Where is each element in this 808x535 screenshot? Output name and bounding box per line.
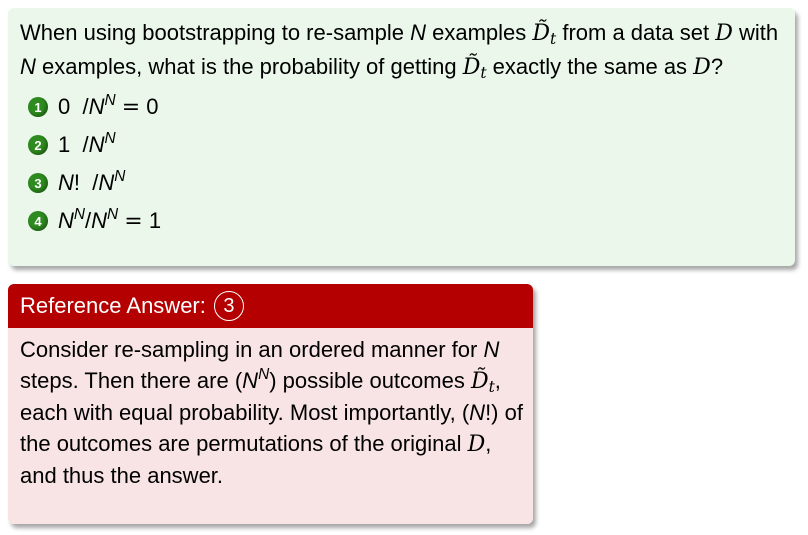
answer-number-circle: 3 bbox=[213, 291, 244, 321]
answer-header: Reference Answer: 3 bbox=[8, 284, 533, 328]
answer-text: Consider re-sampling in an ordered manne… bbox=[20, 337, 523, 488]
question-box: When using bootstrapping to re-sample N … bbox=[8, 8, 795, 266]
answer-header-label: Reference Answer: bbox=[20, 293, 206, 318]
choice-3: 3 N! /NN bbox=[28, 164, 785, 202]
choice-text: 1 /NN bbox=[58, 129, 116, 157]
reference-answer-box: Reference Answer: 3 Consider re-sampling… bbox=[8, 284, 533, 524]
answer-body: Consider re-sampling in an ordered manne… bbox=[8, 328, 533, 524]
choice-list: 1 0 /NN = 0 2 1 /NN 3 N! /NN 4 NN/NN = 1 bbox=[20, 88, 785, 240]
choice-number-badge: 3 bbox=[28, 173, 48, 193]
choice-number-badge: 2 bbox=[28, 135, 48, 155]
choice-4: 4 NN/NN = 1 bbox=[28, 202, 785, 240]
choice-text: NN/NN = 1 bbox=[58, 205, 162, 234]
question-text: When using bootstrapping to re-sample N … bbox=[20, 20, 779, 82]
choice-2: 2 1 /NN bbox=[28, 126, 785, 164]
choice-1: 1 0 /NN = 0 bbox=[28, 88, 785, 126]
choice-text: 0 /NN = 0 bbox=[58, 91, 159, 120]
choice-number-badge: 4 bbox=[28, 211, 48, 231]
choice-number-badge: 1 bbox=[28, 97, 48, 117]
choice-text: N! /NN bbox=[58, 167, 126, 195]
